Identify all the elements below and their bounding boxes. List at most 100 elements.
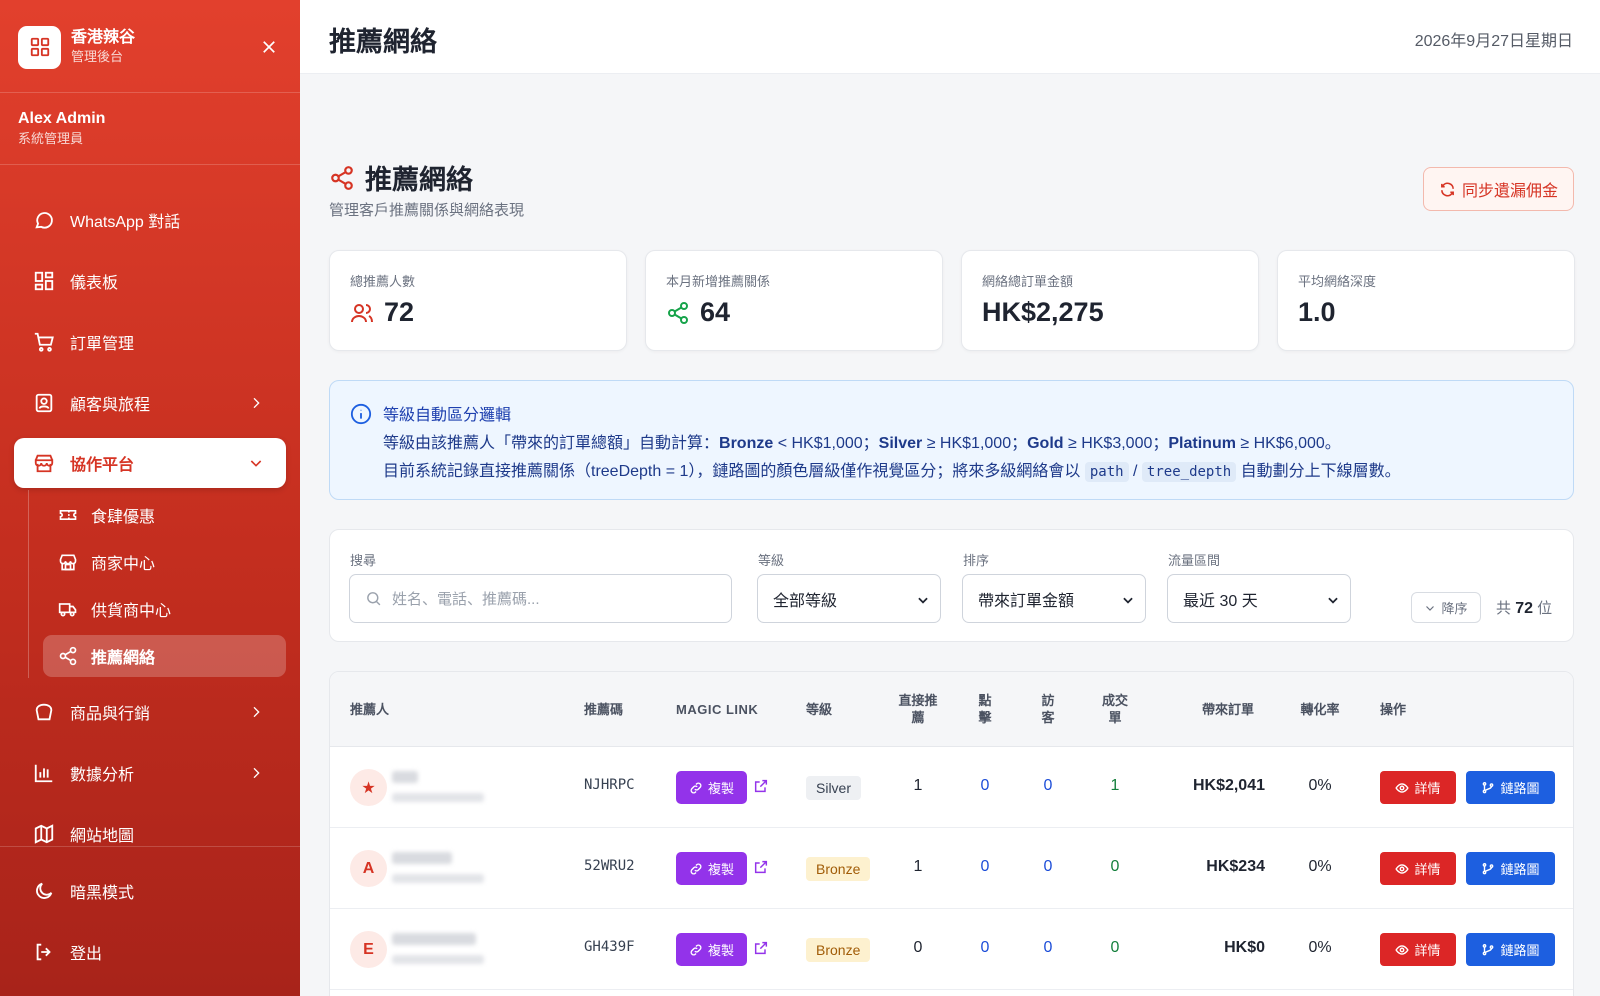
nav-sub-suppliers-label: 供貨商中心: [91, 603, 172, 620]
nav-orders[interactable]: 訂單管理: [14, 317, 286, 367]
range-select[interactable]: 最近 30 天: [1167, 574, 1351, 623]
tier-badge: Silver: [806, 776, 862, 800]
git-branch-icon: [1483, 862, 1494, 874]
grid-logo-icon: [18, 25, 61, 69]
search-icon: [367, 592, 381, 606]
chain-label: 鏈路圖: [1500, 862, 1540, 877]
tier-silver: Silver: [878, 435, 923, 452]
nav-products[interactable]: 商品與行銷: [14, 687, 286, 737]
brand-name: 香港辣谷: [71, 29, 136, 46]
nav-whatsapp[interactable]: WhatsApp 對話: [14, 195, 286, 245]
nav-products-label: 商品與行銷: [70, 706, 151, 723]
nav-customers-label: 顧客與旅程: [70, 397, 151, 414]
chain-diagram-button[interactable]: 鏈路圖: [1466, 933, 1555, 966]
detail-button[interactable]: 詳情: [1380, 933, 1456, 966]
sort-select-value: 帶來訂單金額: [978, 592, 1075, 610]
header-date: 2026年9月27日星期日: [1414, 33, 1573, 50]
stat-avg-depth: 平均網絡深度 1.0: [1277, 250, 1575, 351]
chain-diagram-button[interactable]: 鏈路圖: [1466, 852, 1555, 885]
copy-magic-link-button[interactable]: 複製: [676, 771, 747, 804]
direct-count: 1: [913, 858, 923, 875]
tier-gold: Gold: [1027, 435, 1064, 452]
nav-sitemap[interactable]: 網站地圖: [14, 809, 286, 859]
nav-sub-coupons[interactable]: 食肆優惠: [43, 494, 286, 536]
th-visitors-line2: 客: [1041, 710, 1055, 725]
stat-new-referrals: 本月新增推薦關係 64: [645, 250, 943, 351]
click-count: 0: [980, 939, 990, 956]
referrer-table: 推薦人 推薦碼 MAGIC LINK 等級 直接推薦 點擊 訪客 成交單 帶來訂…: [329, 671, 1574, 996]
chevron-down-icon: [918, 597, 928, 604]
tier-select-value: 全部等級: [773, 592, 838, 610]
chain-diagram-button[interactable]: 鏈路圖: [1466, 771, 1555, 804]
nav-dashboard[interactable]: 儀表板: [14, 256, 286, 306]
share-icon: [329, 165, 355, 191]
nav-customers[interactable]: 顧客與旅程: [14, 378, 286, 428]
redacted-name: [392, 852, 452, 864]
stat-label: 平均網絡深度: [1298, 274, 1377, 289]
nav-analytics[interactable]: 數據分析: [14, 748, 286, 798]
info-line-depth: 目前系統記錄直接推薦關係（treeDepth = 1），鏈路圖的顏色層級僅作視覺…: [383, 457, 1401, 482]
nav-sub-merchants[interactable]: 商家中心: [43, 541, 286, 583]
nav-sub-suppliers[interactable]: 供貨商中心: [43, 588, 286, 630]
total-number: 72: [1515, 600, 1533, 617]
nav-logout[interactable]: 登出: [14, 927, 286, 977]
brand: 香港辣谷 管理後台: [18, 24, 282, 70]
copy-label: 複製: [707, 862, 734, 877]
sync-commission-button[interactable]: 同步遺漏佣金: [1423, 167, 1574, 211]
external-link-icon[interactable]: [753, 778, 769, 794]
close-icon: [263, 41, 275, 53]
external-link-icon[interactable]: [753, 859, 769, 875]
redacted-contact: [392, 793, 484, 802]
th-direct-line1: 直接推: [898, 693, 938, 708]
direct-count: 0: [913, 939, 923, 956]
sort-order-button[interactable]: 降序: [1411, 592, 1481, 623]
eye-icon: [1395, 944, 1410, 955]
direct-count: 1: [913, 777, 923, 794]
chat-bubble-icon: [32, 208, 56, 232]
tier-select[interactable]: 全部等級: [757, 574, 941, 623]
user-name: Alex Admin: [18, 110, 106, 127]
ticket-icon: [57, 504, 79, 526]
stat-value: 72: [384, 297, 415, 327]
page-subtitle: 管理客戶推薦關係與網絡表現: [329, 202, 525, 219]
th-actions: 操作: [1380, 702, 1407, 717]
info-text: /: [1128, 463, 1142, 480]
avatar: A: [350, 850, 387, 887]
nav-dashboard-label: 儀表板: [70, 275, 119, 292]
visitor-count: 0: [1043, 939, 1053, 956]
th-direct: 直接推薦: [890, 692, 946, 726]
th-visitors-line1: 訪: [1041, 693, 1055, 708]
detail-button[interactable]: 詳情: [1380, 771, 1456, 804]
user-info: Alex Admin 系統管理員: [18, 108, 105, 148]
copy-magic-link-button[interactable]: 複製: [676, 852, 747, 885]
th-magic-link: MAGIC LINK: [676, 702, 759, 717]
deal-count: 1: [1110, 777, 1120, 794]
info-line-tiers: 等級由該推薦人「帶來的訂單總額」自動計算：Bronze < HK$1,000；S…: [383, 429, 1341, 453]
total-count: 共 72 位: [1496, 597, 1552, 618]
external-link-icon[interactable]: [753, 940, 769, 956]
sort-select[interactable]: 帶來訂單金額: [962, 574, 1146, 623]
info-icon: [350, 403, 372, 425]
nav-sub-referrals[interactable]: 推薦網絡: [43, 635, 286, 677]
nav-partners-label: 協作平台: [70, 457, 135, 474]
redacted-contact: [392, 955, 484, 964]
close-sidebar-button[interactable]: [256, 34, 282, 60]
click-count: 0: [980, 777, 990, 794]
sync-commission-label: 同步遺漏佣金: [1461, 183, 1558, 200]
users-icon: [350, 301, 374, 325]
header-title: 推薦網絡: [329, 27, 437, 57]
info-text: < HK$1,000；: [773, 435, 879, 452]
search-input[interactable]: 姓名、電話、推薦碼...: [349, 574, 732, 623]
shop-icon: [57, 551, 79, 573]
nav-dark-mode[interactable]: 暗黑模式: [14, 866, 286, 916]
detail-button[interactable]: 詳情: [1380, 852, 1456, 885]
th-deals-line2: 單: [1108, 710, 1122, 725]
nav-partners[interactable]: 協作平台: [14, 438, 286, 488]
conversion-rate: 0%: [1308, 858, 1332, 875]
th-code: 推薦碼: [584, 702, 624, 717]
chain-label: 鏈路圖: [1500, 781, 1540, 796]
nav-sitemap-label: 網站地圖: [70, 828, 135, 845]
copy-magic-link-button[interactable]: 複製: [676, 933, 747, 966]
chain-label: 鏈路圖: [1500, 943, 1540, 958]
divider: [0, 164, 300, 165]
